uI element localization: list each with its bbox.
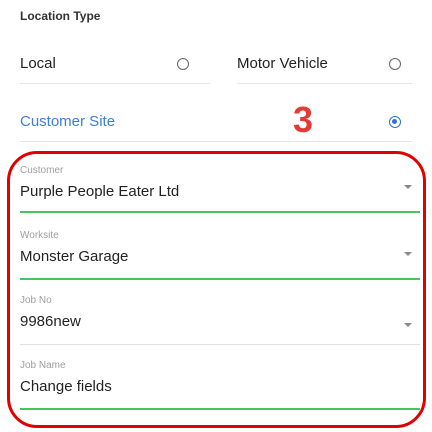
customer-field-underline <box>20 211 420 213</box>
customer-field-value: Purple People Eater Ltd <box>20 183 180 200</box>
job-no-dropdown[interactable]: Job No 9986new <box>20 295 420 345</box>
job-no-field-value: 9986new <box>20 313 81 330</box>
radio-local[interactable] <box>177 58 189 70</box>
customer-dropdown[interactable]: Customer Purple People Eater Ltd <box>20 165 420 215</box>
job-name-input[interactable]: Job Name Change fields <box>20 360 420 410</box>
chevron-down-icon[interactable] <box>404 252 412 256</box>
chevron-down-icon[interactable] <box>404 323 412 327</box>
job-name-field-underline <box>20 408 420 410</box>
location-type-heading: Location Type <box>20 9 101 23</box>
radio-label-local: Local <box>20 55 56 72</box>
worksite-field-value: Monster Garage <box>20 248 129 265</box>
customer-field-label: Customer <box>20 165 64 176</box>
job-no-field-label: Job No <box>20 295 52 306</box>
job-name-field-value: Change fields <box>20 378 112 395</box>
radio-option-customer-site[interactable]: Customer Site <box>20 102 412 142</box>
worksite-dropdown[interactable]: Worksite Monster Garage <box>20 230 420 280</box>
radio-option-motor-vehicle[interactable]: Motor Vehicle <box>237 44 412 84</box>
step-number-annotation: 3 <box>293 99 314 140</box>
chevron-down-icon[interactable] <box>404 185 412 189</box>
worksite-field-label: Worksite <box>20 230 59 241</box>
job-no-field-underline <box>20 344 420 345</box>
radio-option-local[interactable]: Local <box>20 44 210 84</box>
worksite-field-underline <box>20 278 420 280</box>
job-name-field-label: Job Name <box>20 360 66 371</box>
radio-label-customer-site: Customer Site <box>20 113 116 130</box>
radio-label-motor-vehicle: Motor Vehicle <box>237 55 328 72</box>
radio-motor-vehicle[interactable] <box>389 58 401 70</box>
radio-customer-site[interactable] <box>389 116 401 128</box>
